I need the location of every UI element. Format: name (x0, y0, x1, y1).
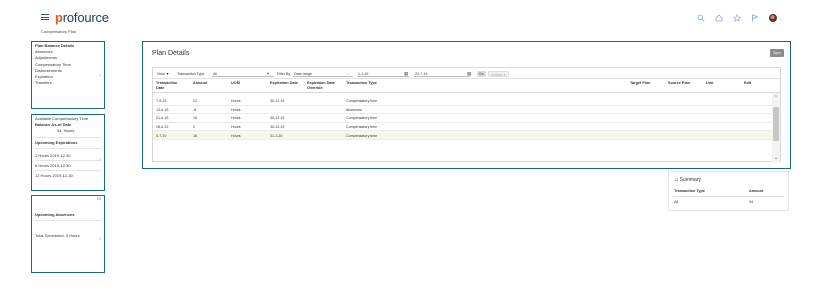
chevron-down-icon[interactable]: ⌄ (779, 16, 782, 21)
column-header[interactable]: Amount (193, 81, 207, 86)
table-cell-type: Absences (346, 107, 362, 112)
window-icon (97, 197, 101, 200)
page-subtitle: Compensatory Plan (41, 29, 77, 34)
column-header[interactable]: Transaction Type (346, 81, 377, 86)
column-header[interactable]: Target Plan (630, 81, 650, 86)
column-header[interactable]: Edit (744, 81, 751, 86)
table-row[interactable]: 21-6-19 16 Hours 30-12-19 Compensatory time (153, 114, 773, 123)
balance-value: 34 Hours (57, 128, 75, 134)
table-cell-uom: Hours (231, 116, 241, 121)
table-row[interactable]: 13-6-19 -8 Hours Absences (153, 106, 773, 115)
sync-button[interactable]: Sync (770, 49, 784, 57)
table-cell-amount: 16 (193, 116, 197, 121)
table-row[interactable]: 28-6-19 2 Hours 30-12-19 Compensatory time (153, 123, 773, 132)
table-row[interactable]: 7-8-19 12 Hours 30-12-19 Compensatory time (153, 97, 773, 106)
column-header[interactable]: Transaction Date (156, 81, 182, 90)
summary-amount-value: 34 (749, 200, 754, 204)
plan-details-table: View ▼ Transaction Type All ▾ Filter By … (152, 67, 781, 163)
table-cell-date: 21-6-19 (156, 116, 169, 121)
summary-panel: ⊿ Summary Transaction Type Amount All 34 (668, 171, 789, 211)
date-to-input[interactable]: 23-7-19 (414, 71, 470, 77)
chevron-right-icon[interactable]: › (99, 73, 101, 79)
calendar-icon[interactable]: ▦ (404, 71, 408, 77)
table-toolbar: View ▼ Transaction Type All ▾ Filter By … (153, 68, 780, 79)
table-cell-date: 13-6-19 (156, 107, 169, 112)
expiration-item: 12 Hours 2019-12-30 (35, 172, 73, 178)
table-cell-amount: 2 (193, 124, 195, 129)
upcoming-absences-title: Upcoming Absences (35, 212, 75, 217)
filter-by-label: Filter By (277, 71, 291, 76)
expiration-item: 2 Hours 2019-12-30 (35, 152, 71, 158)
summary-col-type: Transaction Type (674, 189, 705, 193)
menu-icon[interactable] (41, 14, 49, 20)
table-cell-type: Compensatory time (346, 133, 378, 138)
header-icons: ⌄ (697, 13, 782, 23)
upcoming-expirations-title: Upcoming Expirations (35, 139, 78, 145)
expiration-item: 6 Hours 2019-12-30 (35, 162, 71, 168)
filter-by-select[interactable]: Date range (293, 71, 353, 77)
available-comp-time-panel: Available Compensatory Time Balance As-o… (31, 114, 105, 191)
upcoming-absences-panel: Upcoming Absences Total Scheduled: 0 Hou… (31, 195, 105, 273)
table-cell-type: Compensatory time (346, 116, 378, 121)
column-header[interactable]: Expiration Date (270, 81, 298, 86)
summary-type-value: All (674, 200, 679, 204)
table-cell-uom: Hours (231, 133, 241, 138)
scrollbar-thumb[interactable] (773, 107, 779, 141)
vertical-scrollbar[interactable]: ⌃ ⌄ (772, 93, 780, 163)
avatar[interactable] (769, 14, 777, 22)
plan-details-panel: Plan Details Sync View ▼ Transaction Typ… (142, 41, 791, 169)
table-row[interactable]: 5-7-19 16 Hours 31-1-20 Compensatory time (153, 131, 773, 140)
chevron-down-icon[interactable]: ▾ (267, 71, 269, 77)
search-icon[interactable] (697, 14, 705, 22)
column-header[interactable]: Source Plan (668, 81, 690, 86)
flag-icon[interactable] (751, 14, 759, 22)
date-from-input[interactable]: 1-1-19 (357, 71, 409, 77)
table-cell-amount: 16 (193, 133, 197, 138)
table-header: Transaction Date Amount UOM Expiration D… (153, 79, 780, 93)
table-cell-uom: Hours (231, 124, 241, 129)
calendar-icon[interactable]: ▦ (467, 71, 471, 77)
home-icon[interactable] (715, 14, 723, 22)
table-cell-uom: Hours (231, 99, 241, 104)
go-button[interactable]: Go (477, 70, 486, 77)
table-cell-amount: -8 (193, 107, 197, 112)
star-icon[interactable] (732, 13, 742, 23)
summary-col-amount: Amount (749, 189, 764, 193)
total-scheduled: Total Scheduled: 0 Hours (35, 233, 80, 239)
table-cell-uom: Hours (231, 107, 241, 112)
column-header[interactable]: Expiration Date Override (307, 81, 343, 90)
table-cell-type: Compensatory time (346, 124, 378, 129)
top-bar: profource Compensatory Plan ⌄ (0, 0, 826, 38)
table-cell-date: 7-8-19 (156, 99, 167, 104)
actions-menu[interactable]: Actions ▾ (488, 70, 509, 77)
table-cell-exp: 30-12-19 (270, 116, 285, 121)
chevron-down-icon[interactable]: ⌄ (772, 155, 780, 161)
transaction-type-select[interactable]: All (212, 71, 274, 77)
plan-balance-panel: Plan Balance Details Absences Adjustment… (31, 41, 105, 109)
transaction-type-label: Transaction Type (177, 71, 205, 76)
logo: profource (55, 10, 109, 25)
chevron-right-icon[interactable]: › (99, 236, 101, 242)
summary-title: ⊿ Summary (674, 177, 701, 183)
view-menu[interactable]: View ▼ (157, 71, 169, 77)
column-header[interactable]: UOM (231, 81, 240, 86)
table-cell-exp: 31-1-20 (270, 133, 283, 138)
table-cell-type: Compensatory time (346, 99, 378, 104)
table-cell-exp: 30-12-19 (270, 124, 285, 129)
table-cell-date: 28-6-19 (156, 124, 169, 129)
column-header[interactable]: Unit (706, 81, 713, 86)
table-cell-date: 5-7-19 (156, 133, 167, 138)
page-title: Plan Details (152, 50, 190, 57)
table-cell-exp: 30-12-19 (270, 99, 285, 104)
link-transfers[interactable]: Transfers (32, 80, 104, 86)
table-cell-amount: 12 (193, 99, 197, 104)
chevron-right-icon[interactable]: › (99, 157, 101, 163)
chevron-down-icon[interactable]: ⌄ (346, 71, 350, 77)
table-body: 7-8-19 12 Hours 30-12-19 Compensatory time 13… (153, 93, 773, 163)
chevron-up-icon[interactable]: ⌃ (772, 95, 780, 101)
